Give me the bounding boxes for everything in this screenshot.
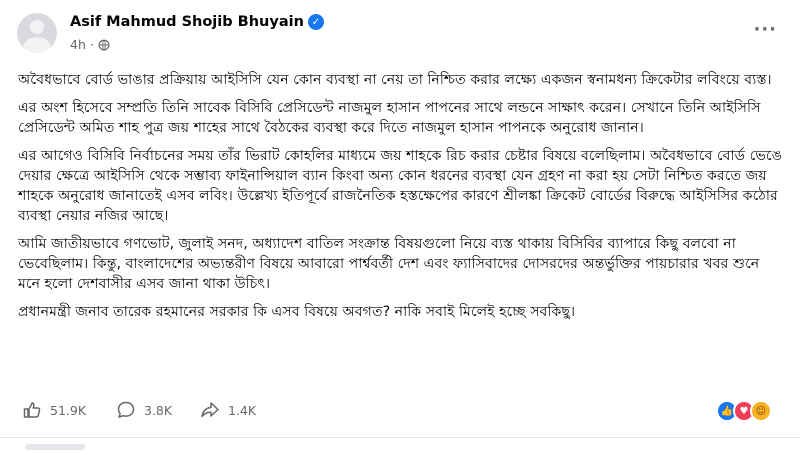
author-row: Asif Mahmud Shojib Bhuyain ✓ [70, 14, 324, 30]
haha-reaction-icon: ☺ [750, 400, 772, 422]
thumbs-up-icon [23, 402, 41, 418]
share-icon [201, 402, 219, 418]
post-time[interactable]: 4h [70, 37, 86, 52]
comment-icon [117, 401, 135, 418]
post-header: Asif Mahmud Shojib Bhuyain ✓ 4h · ··· [17, 11, 783, 59]
verified-badge-icon: ✓ [307, 14, 324, 30]
like-count: 51.9K [50, 402, 87, 418]
comment-count: 3.8K [144, 402, 173, 418]
more-options-icon[interactable]: ··· [753, 19, 777, 40]
post-paragraph: এর আগেও বিসিবি নির্বাচনের সময় তাঁর ভিরা… [18, 148, 783, 224]
post-meta: 4h · [70, 37, 110, 52]
post-paragraph: আমি জাতীয়ভাবে গণভোট, জুলাই সনদ, অধ্যাদে… [18, 236, 760, 292]
reaction-summary[interactable]: 👍 ♥ ☺ [716, 400, 772, 422]
comment-button[interactable]: 3.8K [116, 400, 172, 420]
globe-icon [98, 39, 110, 50]
like-button[interactable]: 51.9K [22, 400, 86, 420]
divider [0, 437, 800, 438]
post-body: অবৈধভাবে বোর্ড ভাঙার প্রক্রিয়ায় আইসিসি… [18, 70, 783, 330]
post-paragraph: অবৈধভাবে বোর্ড ভাঙার প্রক্রিয়ায় আইসিসি… [18, 72, 772, 88]
comments-placeholder [25, 444, 85, 450]
author-name[interactable]: Asif Mahmud Shojib Bhuyain [70, 14, 304, 30]
post-paragraph: এর অংশ হিসেবে সম্প্রতি তিনি সাবেক বিসিবি… [18, 100, 761, 136]
engagement-bar: 51.9K 3.8K 1.4K 👍 ♥ ☺ [22, 400, 788, 422]
share-button[interactable]: 1.4K [200, 400, 256, 420]
share-count: 1.4K [228, 402, 257, 418]
avatar[interactable] [17, 13, 57, 53]
post-paragraph: প্রধানমন্ত্রী জনাব তারেক রহমানের সরকার ক… [18, 304, 576, 320]
